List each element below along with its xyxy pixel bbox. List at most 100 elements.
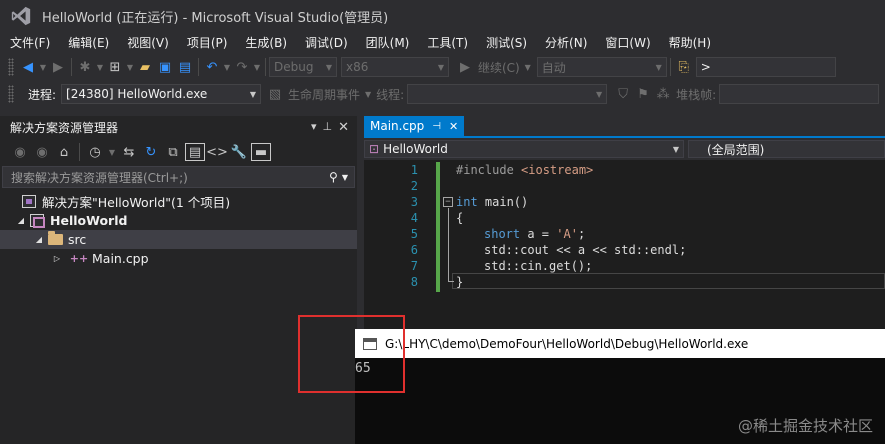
solution-configuration-select[interactable]: Debug ▼ — [269, 57, 337, 77]
menu-tools[interactable]: 工具(T) — [417, 34, 476, 51]
preview-selected-items-icon[interactable]: ▬ — [251, 143, 271, 161]
code-line: 2 — [364, 178, 885, 194]
tab-main-cpp[interactable]: Main.cpp ⊣ ✕ — [364, 116, 465, 136]
back-dropdown-icon[interactable]: ▼ — [38, 57, 48, 77]
new-project-dropdown-icon[interactable]: ▼ — [95, 57, 105, 77]
menu-view[interactable]: 视图(V) — [117, 34, 177, 51]
line-number: 4 — [410, 211, 418, 225]
close-tab-icon[interactable]: ✕ — [449, 120, 458, 133]
forward-icon[interactable]: ◉ — [32, 142, 52, 162]
chevron-down-icon: ▼ — [249, 89, 257, 99]
solution-explorer-header: 解决方案资源管理器 ▾ ⊥ ✕ — [0, 116, 357, 138]
menu-analyze[interactable]: 分析(N) — [535, 34, 595, 51]
code-line: 4 { — [364, 210, 885, 226]
member-scope-value: (全局范围) — [707, 142, 765, 157]
project-icon — [28, 213, 46, 229]
lifecycle-events-button[interactable]: 生命周期事件 — [285, 86, 363, 103]
toolbar-grip[interactable] — [8, 58, 14, 76]
line-number: 1 — [410, 163, 418, 177]
folder-label: src — [68, 232, 87, 247]
menu-help[interactable]: 帮助(H) — [659, 34, 719, 51]
member-scope-select[interactable]: (全局范围) — [688, 140, 885, 158]
expanded-arrow-icon[interactable]: ◢ — [32, 235, 46, 244]
flag-thread-icon[interactable]: ⚑ — [633, 84, 653, 104]
line-number: 5 — [410, 227, 418, 241]
menu-file[interactable]: 文件(F) — [0, 34, 58, 51]
thread-select[interactable]: ▼ — [407, 84, 608, 104]
collapse-all-icon[interactable]: ⧉ — [163, 142, 183, 162]
auto-select-value: 自动 — [541, 60, 566, 75]
menu-project[interactable]: 项目(P) — [177, 34, 236, 51]
show-threads-icon[interactable]: ⁂ — [653, 84, 673, 104]
solution-platform-select[interactable]: x86 ▼ — [341, 57, 449, 77]
back-icon[interactable]: ◀ — [18, 57, 38, 77]
view-code-icon[interactable]: <> — [206, 142, 228, 162]
code-line: 8 } — [364, 274, 885, 290]
tree-item-solution[interactable]: 解决方案"HelloWorld"(1 个项目) — [0, 192, 357, 211]
quick-find-input[interactable]: > — [695, 57, 836, 77]
stack-frame-select[interactable] — [719, 84, 880, 104]
code-view[interactable]: 1 #include <iostream> 2 3 − int main() 4… — [364, 160, 885, 340]
solution-explorer-search-input[interactable]: 搜索解决方案资源管理器(Ctrl+;) ⚲ ▼ — [2, 166, 355, 188]
fold-guide — [448, 208, 449, 281]
line-number: 2 — [410, 179, 418, 193]
forward-icon[interactable]: ▶ — [48, 57, 68, 77]
tree-item-file-main-cpp[interactable]: ▷ ++ Main.cpp — [0, 249, 357, 268]
continue-icon[interactable]: ▶ — [455, 57, 475, 77]
redo-icon[interactable]: ↷ — [232, 57, 252, 77]
code-text: short a = 'A'; — [484, 227, 586, 241]
save-all-icon[interactable]: ▤ — [175, 57, 195, 77]
new-project-icon[interactable]: ✱ — [75, 57, 95, 77]
thread-label: 线程: — [376, 87, 405, 102]
quick-find-value: > — [700, 60, 711, 74]
code-text: } — [456, 275, 464, 289]
continue-dropdown-icon[interactable]: ▼ — [523, 57, 533, 77]
toolbar-grip[interactable] — [8, 85, 14, 103]
home-icon[interactable]: ⌂ — [54, 142, 74, 162]
project-scope-select[interactable]: ⊡ HelloWorld ▼ — [364, 140, 684, 158]
tree-item-project[interactable]: ◢ HelloWorld — [0, 211, 357, 230]
pin-icon[interactable]: ⊣ — [432, 121, 441, 132]
auto-select[interactable]: 自动 ▼ — [536, 57, 667, 77]
continue-button[interactable]: 继续(C) — [475, 59, 523, 76]
menu-debug[interactable]: 调试(D) — [295, 34, 356, 51]
fold-guide-end — [448, 281, 454, 282]
back-icon[interactable]: ◉ — [10, 142, 30, 162]
menu-test[interactable]: 测试(S) — [476, 34, 535, 51]
console-title: G:\LHY\C\demo\DemoFour\HelloWorld\Debug\… — [385, 336, 749, 351]
collapsed-arrow-icon[interactable]: ▷ — [50, 254, 64, 263]
lifecycle-events-icon[interactable]: ▧ — [265, 84, 285, 104]
show-all-files-icon[interactable]: ▤ — [185, 143, 205, 161]
save-icon[interactable]: ▣ — [155, 57, 175, 77]
pending-changes-filter-icon[interactable]: ◷ — [85, 142, 105, 162]
flag-filter-icon[interactable]: ⛉ — [613, 84, 633, 104]
console-title-bar[interactable]: G:\LHY\C\demo\DemoFour\HelloWorld\Debug\… — [355, 329, 885, 358]
redo-dropdown-icon[interactable]: ▼ — [252, 57, 262, 77]
pin-icon[interactable]: ⊥ — [323, 120, 333, 135]
search-button[interactable]: ⚲ ▼ — [329, 170, 354, 184]
line-number: 7 — [410, 259, 418, 273]
toolbar-separator — [265, 58, 266, 76]
collapse-region-icon[interactable]: − — [443, 197, 453, 207]
sync-with-active-document-icon[interactable]: ⇆ — [119, 142, 139, 162]
properties-icon[interactable]: 🔧 — [229, 142, 249, 162]
find-in-files-icon[interactable]: ⎘ — [674, 57, 694, 77]
tree-item-folder-src[interactable]: ◢ src — [0, 230, 357, 249]
lifecycle-dropdown-icon[interactable]: ▼ — [363, 84, 373, 104]
undo-dropdown-icon[interactable]: ▼ — [222, 57, 232, 77]
menu-build[interactable]: 生成(B) — [235, 34, 295, 51]
undo-icon[interactable]: ↶ — [202, 57, 222, 77]
solution-label: 解决方案"HelloWorld"(1 个项目) — [42, 195, 231, 210]
filter-dropdown-icon[interactable]: ▼ — [107, 142, 117, 162]
menu-team[interactable]: 团队(M) — [356, 34, 418, 51]
menu-window[interactable]: 窗口(W) — [595, 34, 658, 51]
process-select[interactable]: [24380] HelloWorld.exe ▼ — [61, 84, 262, 104]
open-file-icon[interactable]: ▰ — [135, 57, 155, 77]
close-icon[interactable]: ✕ — [338, 120, 349, 135]
menu-edit[interactable]: 编辑(E) — [58, 34, 117, 51]
refresh-icon[interactable]: ↻ — [141, 142, 161, 162]
expanded-arrow-icon[interactable]: ◢ — [14, 216, 28, 225]
add-item-dropdown-icon[interactable]: ▼ — [125, 57, 135, 77]
add-item-icon[interactable]: ⊞ — [105, 57, 125, 77]
window-position-dropdown-icon[interactable]: ▾ — [311, 120, 317, 135]
